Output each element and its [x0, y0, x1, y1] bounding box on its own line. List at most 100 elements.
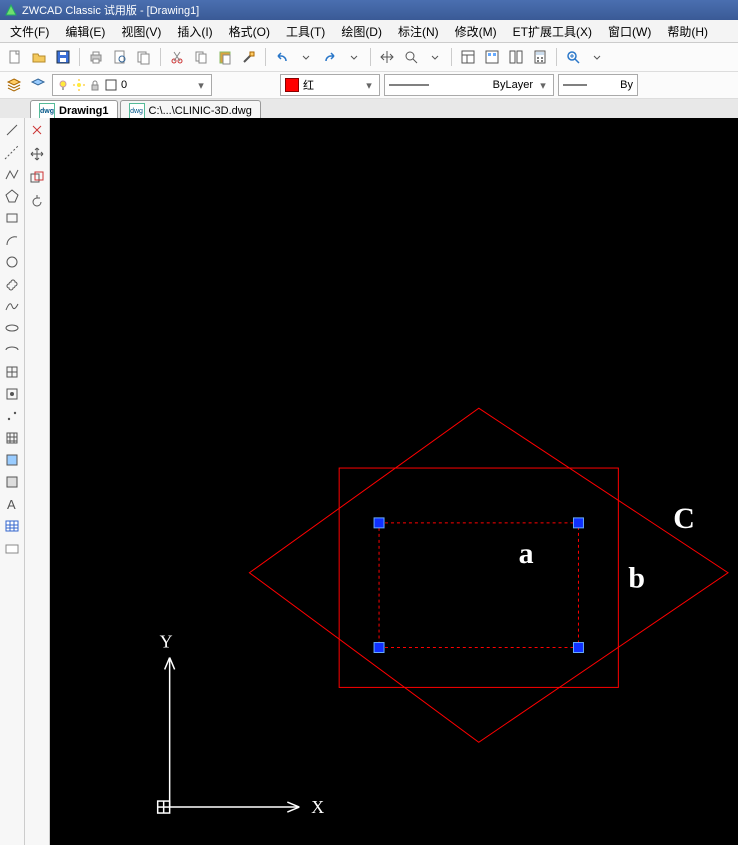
- tool-palette-icon[interactable]: [505, 46, 527, 68]
- ellipse-icon[interactable]: [2, 318, 22, 338]
- zoom-icon[interactable]: [400, 46, 422, 68]
- label-c: C: [673, 502, 695, 535]
- rectangle-icon[interactable]: [2, 208, 22, 228]
- menubar: 文件(F) 编辑(E) 视图(V) 插入(I) 格式(O) 工具(T) 绘图(D…: [0, 20, 738, 43]
- layer-manager-icon[interactable]: [4, 75, 24, 95]
- menu-draw[interactable]: 绘图(D): [333, 21, 390, 42]
- properties-toolbar: 0 ▾ 红 ▾ ByLayer ▾ By: [0, 72, 738, 99]
- paste-icon[interactable]: [214, 46, 236, 68]
- color-dropdown[interactable]: 红 ▾: [280, 74, 380, 96]
- zoom-dropdown-icon[interactable]: [424, 46, 446, 68]
- linetype-value: ByLayer: [493, 79, 533, 91]
- text-icon[interactable]: A: [2, 494, 22, 514]
- line-icon[interactable]: [2, 120, 22, 140]
- redo-dropdown-icon[interactable]: [343, 46, 365, 68]
- zoom-realtime-icon[interactable]: [562, 46, 584, 68]
- undo-icon[interactable]: [271, 46, 293, 68]
- layer-prev-icon[interactable]: [28, 75, 48, 95]
- circle-icon[interactable]: [2, 252, 22, 272]
- layer-name: 0: [121, 79, 127, 91]
- undo-dropdown-icon[interactable]: [295, 46, 317, 68]
- zoom-dropdown2-icon[interactable]: [586, 46, 608, 68]
- menu-insert[interactable]: 插入(I): [169, 21, 220, 42]
- standard-toolbar: [0, 43, 738, 72]
- linetype-preview-icon: [389, 82, 429, 88]
- chevron-down-icon: ▾: [363, 79, 375, 92]
- table-icon[interactable]: [2, 516, 22, 536]
- tab-label-inactive: C:\...\CLINIC-3D.dwg: [149, 105, 252, 117]
- offset-icon[interactable]: [27, 168, 47, 188]
- color-value: 红: [303, 77, 314, 93]
- titlebar: ZWCAD Classic 试用版 - [Drawing1]: [0, 0, 738, 20]
- label-b: b: [628, 562, 645, 595]
- separator: [79, 48, 80, 66]
- cut-icon[interactable]: [166, 46, 188, 68]
- polyline-icon[interactable]: [2, 164, 22, 184]
- dwg-file-icon: dwg: [39, 103, 55, 119]
- linetype-dropdown[interactable]: ByLayer ▾: [384, 74, 554, 96]
- redo-icon[interactable]: [319, 46, 341, 68]
- region-icon[interactable]: [2, 472, 22, 492]
- menu-file[interactable]: 文件(F): [2, 21, 57, 42]
- open-file-icon[interactable]: [28, 46, 50, 68]
- separator: [370, 48, 371, 66]
- print-icon[interactable]: [85, 46, 107, 68]
- menu-help[interactable]: 帮助(H): [659, 21, 716, 42]
- separator: [265, 48, 266, 66]
- explode-icon[interactable]: [27, 120, 47, 140]
- gradient-icon[interactable]: [2, 450, 22, 470]
- make-block-icon[interactable]: [2, 384, 22, 404]
- rotate-icon[interactable]: [27, 192, 47, 212]
- revcloud-icon[interactable]: [2, 274, 22, 294]
- menu-tools[interactable]: 工具(T): [278, 21, 333, 42]
- workarea: A a b C: [0, 118, 738, 845]
- drawing-canvas[interactable]: a b C X Y: [50, 118, 738, 845]
- menu-format[interactable]: 格式(O): [221, 21, 278, 42]
- menu-window[interactable]: 窗口(W): [600, 21, 659, 42]
- window-title: ZWCAD Classic 试用版 - [Drawing1]: [22, 2, 199, 18]
- lightbulb-icon: [57, 79, 69, 91]
- menu-view[interactable]: 视图(V): [113, 21, 169, 42]
- modify-toolbar: [25, 118, 50, 845]
- match-prop-icon[interactable]: [238, 46, 260, 68]
- calc-icon[interactable]: [529, 46, 551, 68]
- chevron-down-icon: ▾: [195, 79, 207, 92]
- separator: [556, 48, 557, 66]
- insert-block-icon[interactable]: [2, 362, 22, 382]
- axis-x-label: X: [311, 797, 324, 817]
- construction-line-icon[interactable]: [2, 142, 22, 162]
- separator: [160, 48, 161, 66]
- point-icon[interactable]: [2, 406, 22, 426]
- lineweight-preview-icon: [563, 82, 587, 88]
- pan-icon[interactable]: [376, 46, 398, 68]
- menu-dim[interactable]: 标注(N): [390, 21, 447, 42]
- tab-label-active: Drawing1: [59, 105, 109, 117]
- save-icon[interactable]: [52, 46, 74, 68]
- polygon-icon[interactable]: [2, 186, 22, 206]
- sun-icon: [73, 79, 85, 91]
- more-icon[interactable]: [2, 538, 22, 558]
- hatch-icon[interactable]: [2, 428, 22, 448]
- chevron-down-icon: ▾: [537, 79, 549, 92]
- dwg-file-icon: dwg: [129, 103, 145, 119]
- lineweight-value: By: [620, 79, 633, 91]
- design-center-icon[interactable]: [481, 46, 503, 68]
- layer-dropdown[interactable]: 0 ▾: [52, 74, 212, 96]
- props-panel-icon[interactable]: [457, 46, 479, 68]
- print-preview-icon[interactable]: [109, 46, 131, 68]
- move-icon[interactable]: [27, 144, 47, 164]
- menu-et[interactable]: ET扩展工具(X): [505, 21, 600, 42]
- lock-icon: [89, 79, 101, 91]
- copy-icon[interactable]: [190, 46, 212, 68]
- label-a: a: [519, 537, 534, 570]
- svg-text:A: A: [7, 497, 16, 512]
- new-file-icon[interactable]: [4, 46, 26, 68]
- ellipse-arc-icon[interactable]: [2, 340, 22, 360]
- menu-modify[interactable]: 修改(M): [447, 21, 505, 42]
- menu-edit[interactable]: 编辑(E): [57, 21, 113, 42]
- separator: [451, 48, 452, 66]
- publish-icon[interactable]: [133, 46, 155, 68]
- arc-icon[interactable]: [2, 230, 22, 250]
- lineweight-dropdown[interactable]: By: [558, 74, 638, 96]
- spline-icon[interactable]: [2, 296, 22, 316]
